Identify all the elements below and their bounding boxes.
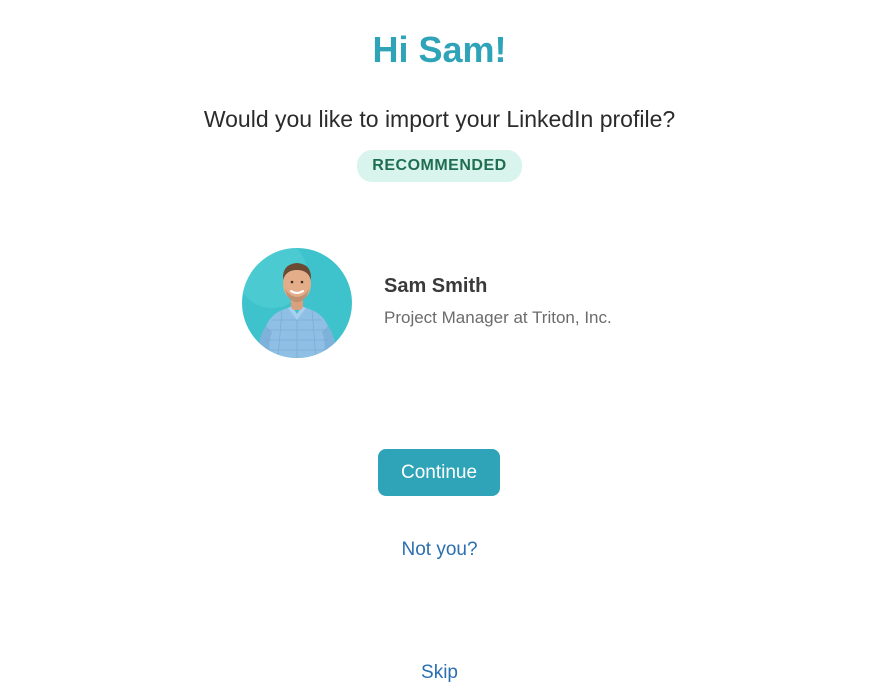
profile-title: Project Manager at Triton, Inc.: [384, 308, 612, 327]
not-you-container: Not you?: [0, 538, 879, 562]
skip-link[interactable]: Skip: [421, 662, 458, 683]
not-you-link[interactable]: Not you?: [401, 539, 477, 560]
avatar-photo-image: [242, 248, 352, 358]
profile-card: Sam Smith Project Manager at Triton, Inc…: [242, 248, 612, 358]
recommended-badge: RECOMMENDED: [357, 150, 522, 182]
skip-container: Skip: [0, 661, 879, 685]
badge-container: RECOMMENDED: [0, 150, 879, 182]
import-question: Would you like to import your LinkedIn p…: [203, 106, 676, 132]
page-title: Hi Sam!: [372, 29, 507, 70]
avatar: [242, 248, 352, 358]
profile-details: Sam Smith Project Manager at Triton, Inc…: [384, 273, 612, 329]
continue-button[interactable]: Continue: [378, 449, 500, 496]
profile-name: Sam Smith: [384, 275, 488, 297]
